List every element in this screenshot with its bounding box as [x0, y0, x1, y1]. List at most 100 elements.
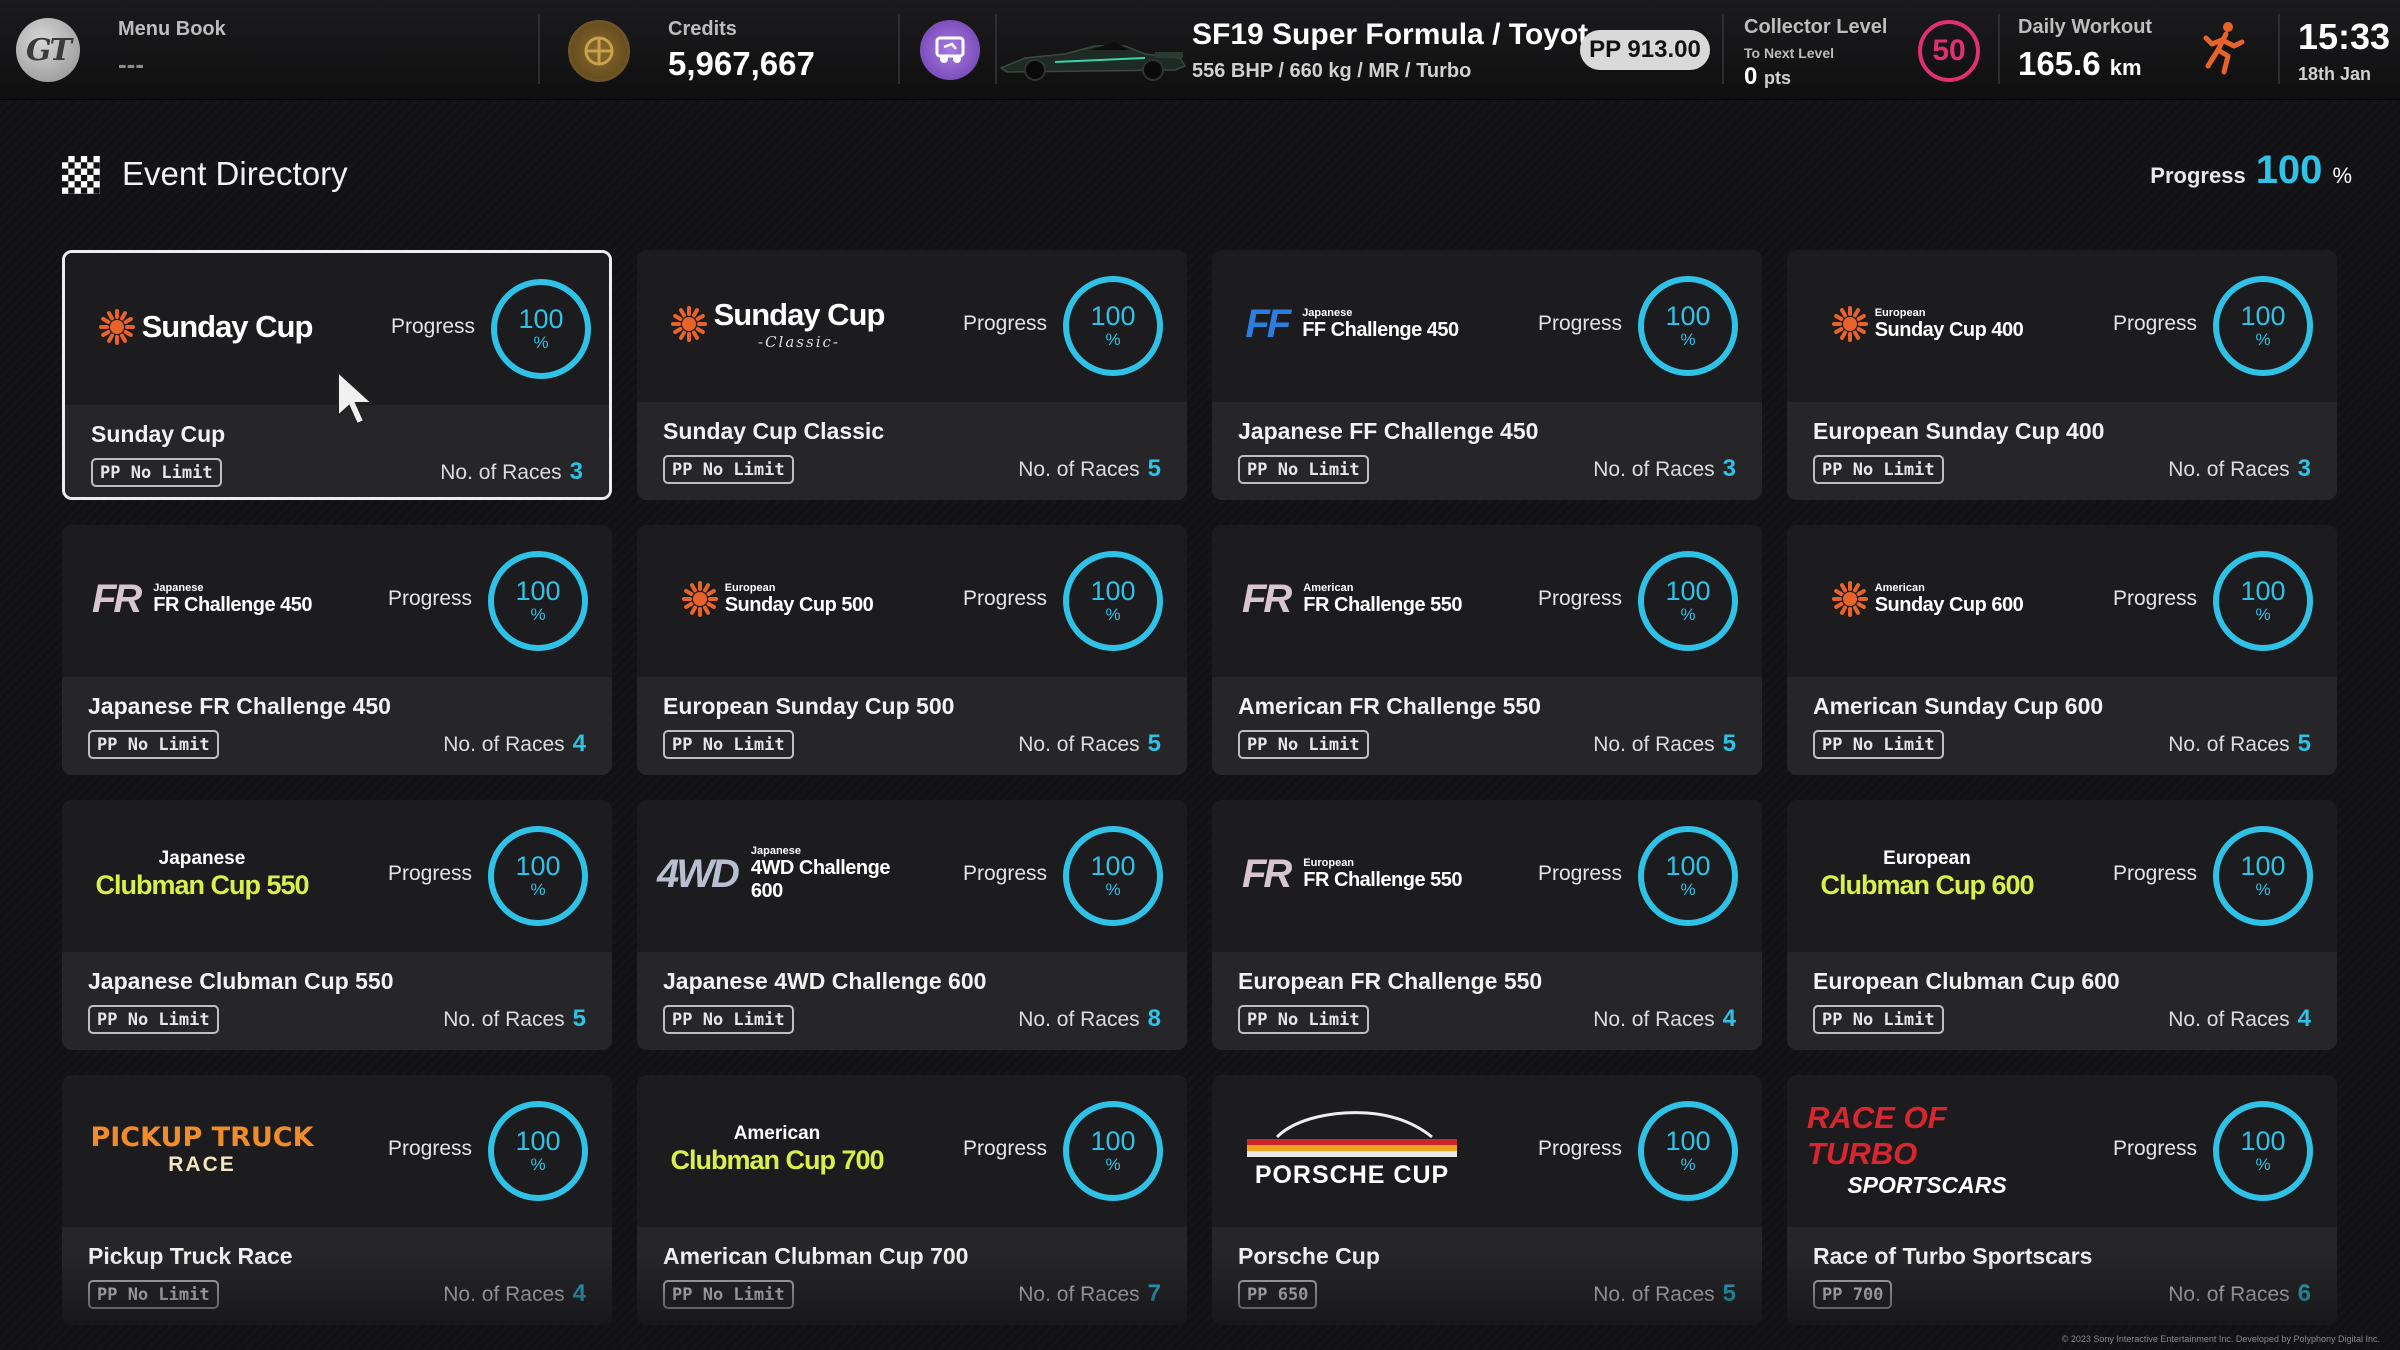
- event-logo-area: Sunday Cup -Classic-: [657, 276, 897, 372]
- collector-level-status: Collector Level To Next Level 0 pts: [1744, 16, 1887, 91]
- races-count: No. of Races 4: [2168, 1005, 2311, 1033]
- races-label: No. of Races: [2168, 733, 2290, 756]
- progress-value: 100: [1665, 300, 1711, 331]
- races-label: No. of Races: [1018, 458, 1140, 481]
- races-value: 5: [1722, 1280, 1736, 1307]
- event-logo-area: 4WD Japanese 4WD Challenge 600: [657, 826, 897, 922]
- current-car-info[interactable]: SF19 Super Formula / Toyot... 556 BHP / …: [1192, 18, 1613, 83]
- progress-ring: 100%: [1638, 551, 1738, 651]
- event-logo: European Sunday Cup 400: [1831, 305, 2024, 343]
- races-value: 5: [572, 1005, 586, 1032]
- overall-progress-label: Progress: [2150, 163, 2246, 188]
- card-footer: [1212, 1227, 1762, 1325]
- event-card[interactable]: PICKUP TRUCK RACE Progress 100% Pickup Truck…: [62, 1075, 612, 1325]
- races-value: 5: [2297, 730, 2311, 757]
- progress-label: Progress: [963, 587, 1048, 610]
- mouse-cursor-icon: [336, 369, 376, 426]
- event-title: Japanese FR Challenge 450: [88, 693, 391, 719]
- event-card[interactable]: American Sunday Cup 600 Progress 100% Americ…: [1787, 525, 2337, 775]
- races-value: 4: [572, 1280, 586, 1307]
- races-count: No. of Races 7: [1018, 1280, 1161, 1308]
- races-count: No. of Races 3: [440, 458, 583, 486]
- progress-value: 100: [515, 1125, 561, 1156]
- races-label: No. of Races: [1593, 733, 1715, 756]
- card-footer: [1787, 1227, 2337, 1325]
- event-card[interactable]: FR Japanese FR Challenge 450 Progress 100% Ja…: [62, 525, 612, 775]
- gran-turismo-logo-icon[interactable]: GT: [16, 18, 80, 82]
- event-logo-area: European Sunday Cup 500: [657, 551, 897, 647]
- races-value: 5: [1147, 730, 1161, 757]
- logo-text: Clubman Cup 550: [95, 869, 309, 900]
- races-count: No. of Races 3: [2168, 455, 2311, 483]
- progress-label: Progress: [1538, 587, 1623, 610]
- current-car-thumbnail: [995, 28, 1190, 84]
- event-title: European Sunday Cup 400: [1813, 418, 2105, 444]
- progress-ring: 100%: [2213, 1101, 2313, 1201]
- pp-restriction-tag: PP No Limit: [88, 1280, 219, 1309]
- progress-ring: 100%: [488, 826, 588, 926]
- porsche-stripes: [1247, 1138, 1457, 1157]
- progress-ring: 100%: [1638, 1101, 1738, 1201]
- event-logo-area: European Clubman Cup 600: [1807, 826, 2047, 922]
- progress-unit: %: [1680, 879, 1696, 899]
- event-card[interactable]: FR European FR Challenge 550 Progress 100% Eu…: [1212, 800, 1762, 1050]
- logo-mark: FF: [1245, 301, 1291, 346]
- event-logo-area: American Clubman Cup 700: [657, 1101, 897, 1197]
- races-label: No. of Races: [1018, 1283, 1140, 1306]
- races-count: No. of Races 5: [1593, 730, 1736, 758]
- collector-level-label: Collector Level: [1744, 16, 1888, 38]
- pp-restriction-tag: PP No Limit: [1238, 455, 1369, 484]
- races-label: No. of Races: [443, 733, 565, 756]
- event-card[interactable]: European Sunday Cup 400 Progress 100% Europe…: [1787, 250, 2337, 500]
- page-title: Event Directory: [122, 155, 348, 192]
- races-value: 4: [2297, 1005, 2311, 1032]
- races-label: No. of Races: [1018, 733, 1140, 756]
- event-title: Race of Turbo Sportscars: [1813, 1243, 2093, 1269]
- event-title: Japanese Clubman Cup 550: [88, 968, 394, 994]
- event-card[interactable]: Japanese Clubman Cup 550 Progress 100% Japan…: [62, 800, 612, 1050]
- card-footer: [637, 677, 1187, 775]
- logo-text: Clubman Cup 700: [670, 1144, 884, 1175]
- logo-text: FR Challenge 450: [153, 593, 313, 616]
- event-card[interactable]: 4WD Japanese 4WD Challenge 600 Progress 100%…: [637, 800, 1187, 1050]
- progress-ring: 100%: [491, 279, 591, 379]
- clock: 15:33 18th Jan: [2298, 16, 2390, 85]
- races-label: No. of Races: [440, 461, 562, 484]
- card-footer: [1212, 677, 1762, 775]
- logo-text: FF Challenge 450: [1302, 318, 1459, 341]
- card-footer: [1787, 402, 2337, 500]
- event-card[interactable]: European Sunday Cup 500 Progress 100% Europe…: [637, 525, 1187, 775]
- event-card[interactable]: American Clubman Cup 700 Progress 100% Ameri…: [637, 1075, 1187, 1325]
- event-logo-area: Japanese Clubman Cup 550: [82, 826, 322, 922]
- event-card[interactable]: PORSCHE CUP Progress 100% Porsche Cup PP 650…: [1212, 1075, 1762, 1325]
- races-count: No. of Races 4: [443, 730, 586, 758]
- card-footer: [1212, 952, 1762, 1050]
- credits-coin-icon: [568, 20, 630, 82]
- event-card[interactable]: FR American FR Challenge 550 Progress 100% Am…: [1212, 525, 1762, 775]
- event-logo: European Clubman Cup 600: [1820, 848, 2034, 901]
- races-count: No. of Races 3: [1593, 455, 1736, 483]
- logo-text: Clubman Cup 600: [1820, 869, 2034, 900]
- pp-restriction-tag: PP No Limit: [663, 455, 794, 484]
- races-value: 6: [2297, 1280, 2311, 1307]
- event-title: Porsche Cup: [1238, 1243, 1380, 1269]
- event-card[interactable]: Sunday Cup -Classic- Progress 100% Sunday Cu…: [637, 250, 1187, 500]
- logo-text: RACE OF TURBO: [1807, 1099, 1947, 1171]
- progress-ring: 100%: [2213, 276, 2313, 376]
- event-card[interactable]: RACE OF TURBO SPORTSCARS Progress 100% Race …: [1787, 1075, 2337, 1325]
- event-logo: American Clubman Cup 700: [670, 1123, 884, 1176]
- card-footer: [1787, 952, 2337, 1050]
- event-title: American Clubman Cup 700: [663, 1243, 969, 1269]
- event-card[interactable]: FF Japanese FF Challenge 450 Progress 100% Ja…: [1212, 250, 1762, 500]
- car-spec: 556 BHP / 660 kg / MR / Turbo: [1192, 60, 1472, 82]
- menu-book-status: Menu Book ---: [118, 18, 226, 80]
- progress-unit: %: [2255, 879, 2271, 899]
- event-logo-area: FF Japanese FF Challenge 450: [1232, 276, 1472, 372]
- progress-ring: 100%: [1063, 826, 1163, 926]
- progress-ring: 100%: [488, 1101, 588, 1201]
- event-card[interactable]: European Clubman Cup 600 Progress 100% Europ…: [1787, 800, 2337, 1050]
- pp-restriction-tag: PP No Limit: [1813, 1005, 1944, 1034]
- garage-car-icon[interactable]: [920, 20, 980, 80]
- races-value: 3: [569, 458, 583, 485]
- clock-time: 15:33: [2298, 16, 2391, 57]
